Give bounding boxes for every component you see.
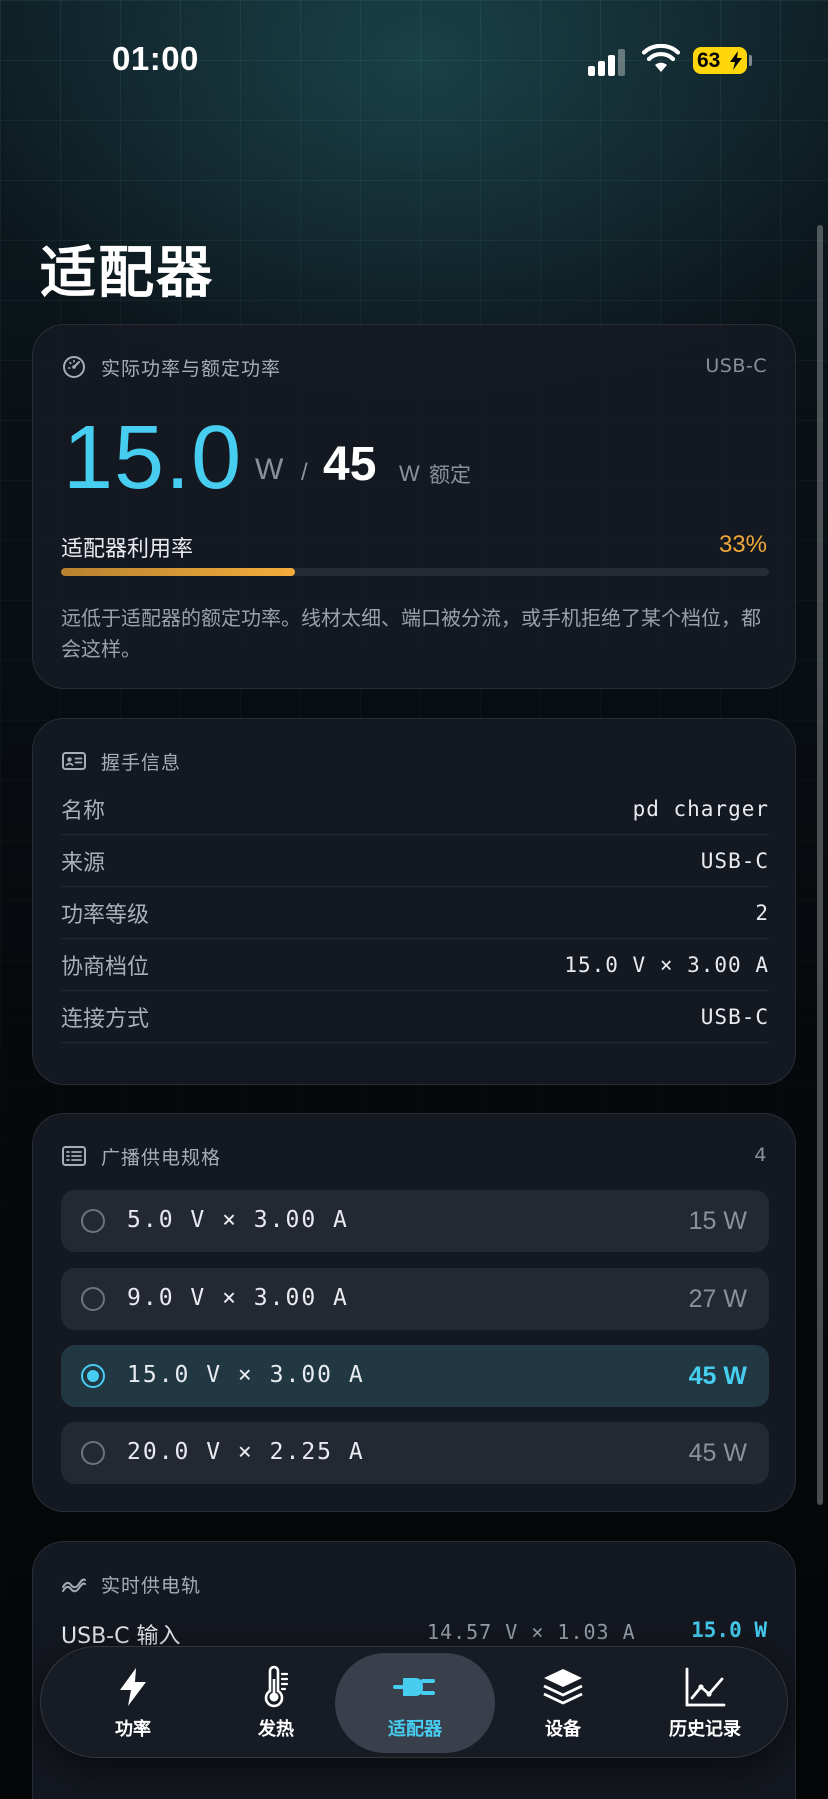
info-key: 协商档位 — [61, 954, 150, 980]
plug-icon — [393, 1678, 435, 1696]
bolt-icon — [120, 1668, 146, 1706]
tab-history[interactable]: 历史记录 — [633, 1653, 777, 1753]
wifi-icon — [642, 44, 680, 72]
utilization-progress-fill — [61, 568, 295, 576]
page-title: 适配器 — [40, 241, 214, 306]
info-value: 2 — [755, 900, 769, 925]
profiles-count: 4 — [754, 1144, 767, 1166]
handshake-card-header: 握手信息 — [61, 747, 181, 775]
tab-bar: 功率 发热 适配器 设备 历史记录 — [40, 1646, 788, 1758]
profile-spec: 5.0 V × 3.00 A — [127, 1207, 349, 1233]
tab-label: 历史记录 — [669, 1719, 741, 1740]
battery-level: 63 — [697, 48, 721, 72]
layers-icon — [543, 1669, 583, 1705]
power-separator: / — [301, 459, 308, 486]
info-key: 连接方式 — [61, 1006, 150, 1032]
utilization-progress-bar — [61, 568, 769, 576]
profiles-card-header: 广播供电规格 — [61, 1142, 221, 1170]
power-rail-card-title: 实时供电轨 — [101, 1574, 202, 1597]
profile-watts: 27 W — [688, 1285, 747, 1313]
rated-power-label: 额定 — [429, 463, 471, 487]
tab-thermal[interactable]: 发热 — [204, 1653, 348, 1753]
info-key: 来源 — [61, 850, 106, 876]
info-row-connection: 连接方式 USB-C — [61, 991, 769, 1043]
power-source-tag: USB-C — [705, 355, 767, 377]
tab-power[interactable]: 功率 — [61, 1653, 205, 1753]
tab-label: 功率 — [115, 1719, 151, 1740]
profile-spec: 15.0 V × 3.00 A — [127, 1362, 365, 1388]
info-row-source: 来源 USB-C — [61, 835, 769, 887]
radio-button[interactable] — [81, 1287, 105, 1311]
handshake-card-title: 握手信息 — [101, 751, 182, 774]
info-value: pd charger — [632, 796, 769, 821]
profile-watts: 45 W — [688, 1362, 747, 1390]
info-value: 15.0 V × 3.00 A — [564, 952, 769, 977]
tab-label: 设备 — [545, 1719, 581, 1740]
profile-spec: 9.0 V × 3.00 A — [127, 1285, 349, 1311]
profile-option-selected[interactable]: 15.0 V × 3.00 A 45 W — [61, 1345, 769, 1407]
profile-option[interactable]: 9.0 V × 3.00 A 27 W — [61, 1268, 769, 1330]
info-value: USB-C — [700, 848, 769, 873]
profile-watts: 45 W — [688, 1439, 747, 1467]
power-rail-card-header: 实时供电轨 — [61, 1570, 201, 1598]
profile-option[interactable]: 5.0 V × 3.00 A 15 W — [61, 1190, 769, 1252]
battery-tip — [749, 55, 752, 66]
radio-button[interactable] — [81, 1441, 105, 1465]
profile-watts: 15 W — [688, 1207, 747, 1235]
status-time: 01:00 — [112, 40, 199, 77]
tab-device[interactable]: 设备 — [491, 1653, 635, 1753]
info-value: USB-C — [700, 1004, 769, 1029]
utilization-label: 适配器利用率 — [61, 537, 194, 562]
list-icon — [62, 1146, 86, 1166]
rated-power-unit: W — [399, 461, 420, 486]
profiles-card-title: 广播供电规格 — [101, 1146, 222, 1169]
thermometer-icon — [264, 1665, 289, 1708]
waveform-icon — [62, 1578, 86, 1593]
rated-power-value: 45 — [323, 438, 377, 491]
scrollbar-thumb[interactable] — [817, 225, 823, 1505]
actual-power-value: 15.0 — [63, 408, 243, 508]
rail-row-values: 14.57 V × 1.03 A — [427, 1620, 636, 1644]
info-row-power-level: 功率等级 2 — [61, 887, 769, 939]
charging-bolt-icon — [730, 51, 742, 70]
tab-label: 发热 — [258, 1719, 294, 1740]
id-card-icon — [62, 752, 86, 770]
cellular-signal-icon — [588, 48, 628, 76]
info-key: 功率等级 — [61, 902, 150, 928]
radio-button-selected[interactable] — [81, 1364, 105, 1388]
power-card-header: 实际功率与额定功率 — [61, 353, 281, 381]
profiles-card: 广播供电规格 4 5.0 V × 3.00 A 15 W 9.0 V × 3.0… — [32, 1113, 796, 1512]
power-card: 实际功率与额定功率 USB-C 15.0 W / 45 W 额定 适配器利用率 … — [32, 324, 796, 689]
info-key: 名称 — [61, 798, 106, 824]
power-card-title: 实际功率与额定功率 — [101, 357, 282, 380]
info-row-name: 名称 pd charger — [61, 783, 769, 835]
tab-adapter[interactable]: 适配器 — [335, 1653, 495, 1753]
chart-line-icon — [685, 1667, 726, 1707]
radio-button[interactable] — [81, 1209, 105, 1233]
tab-label: 适配器 — [388, 1719, 442, 1740]
utilization-percent: 33% — [718, 531, 767, 558]
battery-indicator: 63 — [693, 47, 747, 74]
rail-row-power: 15.0 W — [691, 1618, 767, 1642]
profile-spec: 20.0 V × 2.25 A — [127, 1439, 365, 1465]
actual-power-unit: W — [255, 453, 284, 486]
handshake-card: 握手信息 名称 pd charger 来源 USB-C 功率等级 2 协商档位 … — [32, 718, 796, 1085]
utilization-description: 远低于适配器的额定功率。线材太细、端口被分流，或手机拒绝了某个档位，都会这样。 — [61, 606, 761, 661]
profile-option[interactable]: 20.0 V × 2.25 A 45 W — [61, 1422, 769, 1484]
info-row-negotiated-profile: 协商档位 15.0 V × 3.00 A — [61, 939, 769, 991]
speedometer-icon — [63, 356, 85, 378]
